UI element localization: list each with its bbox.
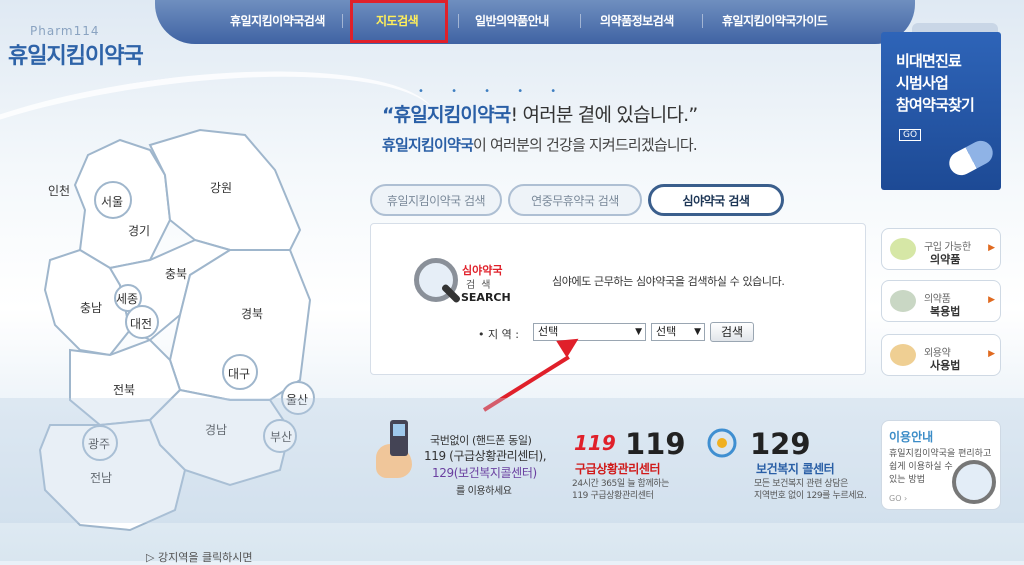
region-select-2[interactable]: 선택 ▼ bbox=[651, 323, 705, 341]
banner-text: 비대면진료 시범사업 참여약국찾기 bbox=[896, 52, 975, 114]
nav-separator bbox=[702, 14, 703, 28]
mortar-icon bbox=[890, 290, 916, 312]
map-label-daegu[interactable]: 대구 bbox=[228, 367, 250, 381]
chevron-down-icon: ▼ bbox=[694, 327, 701, 337]
chevron-down-icon: ▼ bbox=[635, 327, 642, 337]
usage-guide-title: 이용안내 bbox=[889, 430, 934, 444]
map-label-sejong[interactable]: 세종 bbox=[116, 292, 138, 306]
arrow-right-icon: ▶ bbox=[988, 243, 995, 253]
nav-holiday-pharmacy-search[interactable]: 휴일지킴이약국검색 bbox=[230, 12, 325, 32]
side-title-2: 복용법 bbox=[930, 305, 961, 318]
emergency-line-1: 국번없이 (핸드폰 동일) bbox=[430, 434, 532, 447]
nav-drug-info-search[interactable]: 의약품정보검색 bbox=[600, 12, 674, 32]
search-icon-en: SEARCH bbox=[461, 291, 511, 304]
side-title-1: 의약품 bbox=[930, 253, 961, 266]
side-external-button[interactable]: 외용약 사용법 ▶ bbox=[881, 334, 1001, 376]
slogan: “휴일지킴이약국! 여러분 곁에 있습니다.” bbox=[382, 100, 698, 127]
nav-separator bbox=[342, 14, 343, 28]
banner-go-button[interactable]: GO bbox=[899, 129, 922, 141]
arrow-right-icon: ▶ bbox=[988, 349, 995, 359]
logo[interactable]: 휴일지킴이약국 bbox=[8, 38, 144, 70]
map-hint: ▷ 강지역을 클릭하시면 bbox=[146, 549, 253, 565]
map-hint-text: 강지역을 클릭하시면 bbox=[157, 551, 253, 564]
nav-pharmacy-guide[interactable]: 휴일지킴이약국가이드 bbox=[722, 12, 828, 32]
subtitle: 휴일지킴이약국이 여러분의 건강을 지켜드리겠습니다. bbox=[382, 134, 698, 155]
map-label-chungbuk[interactable]: 충북 bbox=[165, 267, 187, 281]
119-desc-2: 119 구급상황관리센터 bbox=[572, 491, 654, 501]
map-label-gyeonggi[interactable]: 경기 bbox=[128, 224, 150, 238]
slogan-brand: “휴일지킴이약국 bbox=[382, 104, 511, 126]
emergency-line-3: 129(보건복지콜센터) bbox=[432, 466, 537, 480]
tab-night-search[interactable]: 심야약국 검색 bbox=[648, 184, 784, 216]
arrow-right-icon: ▶ bbox=[988, 295, 995, 305]
side-otc-button[interactable]: 구입 가능한 의약품 ▶ bbox=[881, 228, 1001, 270]
side-title-3: 사용법 bbox=[930, 359, 961, 372]
pill-icon bbox=[890, 238, 916, 260]
map-label-incheon[interactable]: 인천 bbox=[48, 183, 70, 198]
search-icon-sub: 검색 bbox=[466, 280, 497, 291]
119-logo: 119 bbox=[574, 431, 616, 455]
magnifier-icon bbox=[952, 460, 996, 504]
emergency-line-4: 를 이용하세요 bbox=[456, 486, 512, 497]
129-title: 보건복지 콜센터 bbox=[756, 462, 835, 476]
play-icon: ▷ bbox=[146, 551, 158, 564]
region-select-1[interactable]: 선택 ▼ bbox=[533, 323, 646, 341]
nav-separator bbox=[580, 14, 581, 28]
region-label: • 지 역 : bbox=[478, 328, 519, 341]
119-title: 구급상황관리센터 bbox=[575, 462, 661, 476]
map-label-jeonbuk[interactable]: 전북 bbox=[113, 383, 135, 397]
subtitle-brand: 휴일지킴이약국 bbox=[382, 136, 474, 154]
region-select-2-value: 선택 bbox=[656, 325, 677, 338]
slogan-rest: ! 여러분 곁에 있습니다.” bbox=[510, 104, 698, 126]
nav-otc-guide[interactable]: 일반의약품안내 bbox=[475, 12, 549, 32]
129-desc-2: 지역번호 없이 129를 누르세요. bbox=[754, 491, 867, 501]
129-number: 129 bbox=[750, 427, 811, 461]
map-label-seoul[interactable]: 서울 bbox=[101, 195, 123, 209]
map-label-daejeon[interactable]: 대전 bbox=[130, 317, 152, 331]
search-button[interactable]: 검색 bbox=[710, 322, 754, 342]
tab-holiday-search[interactable]: 휴일지킴이약국 검색 bbox=[370, 184, 502, 216]
119-number: 119 bbox=[625, 427, 686, 461]
slogan-dots: • • • • • bbox=[418, 86, 569, 97]
nav-highlight-box bbox=[350, 0, 448, 43]
129-logo-icon bbox=[707, 428, 737, 458]
usage-guide-go[interactable]: GO › bbox=[889, 494, 907, 503]
tab-yearround-search[interactable]: 연중무휴약국 검색 bbox=[508, 184, 642, 216]
nav-separator bbox=[458, 14, 459, 28]
subtitle-rest: 이 여러분의 건강을 지켜드리겠습니다. bbox=[473, 136, 698, 154]
map-label-chungnam[interactable]: 충남 bbox=[80, 301, 102, 315]
map-label-gangwon[interactable]: 강원 bbox=[210, 181, 232, 195]
map-label-gyeongbuk[interactable]: 경북 bbox=[241, 307, 263, 321]
emergency-line-2: 119 (구급상황관리센터), bbox=[424, 449, 547, 463]
region-select-1-value: 선택 bbox=[538, 325, 559, 338]
search-description: 심야에도 근무하는 심야약국을 검색하실 수 있습니다. bbox=[552, 275, 785, 288]
side-dosage-button[interactable]: 의약품 복용법 ▶ bbox=[881, 280, 1001, 322]
logo-subtitle: Pharm114 bbox=[30, 24, 100, 38]
phone-screen bbox=[393, 424, 405, 436]
ointment-icon bbox=[890, 344, 916, 366]
